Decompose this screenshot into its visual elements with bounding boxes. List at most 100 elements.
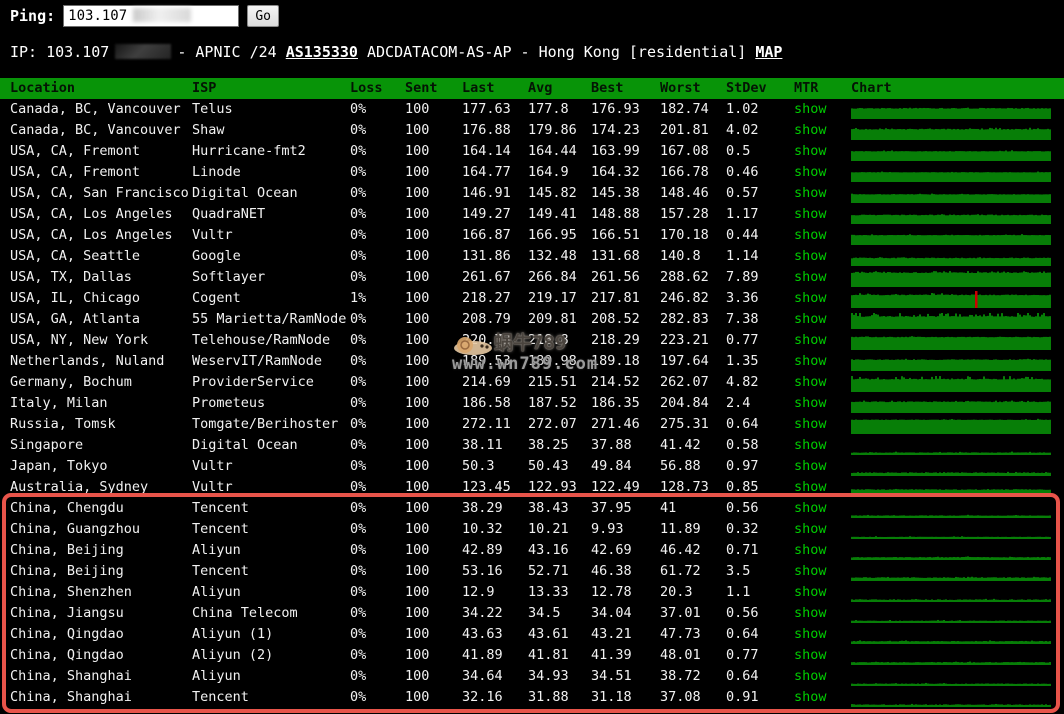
cell-location: China, Chengdu	[10, 498, 192, 519]
cell-worst: 182.74	[660, 99, 726, 120]
cell-loss: 0%	[350, 687, 405, 708]
cell-loss: 0%	[350, 519, 405, 540]
cell-sent: 100	[405, 435, 462, 456]
cell-isp: Digital Ocean	[192, 183, 350, 204]
mtr-show-link[interactable]: show	[794, 248, 827, 264]
ping-sparkline-chart	[851, 603, 1054, 624]
table-row: USA, CA, Los Angeles Vultr 0% 100 166.87…	[0, 225, 1064, 246]
table-header-row: LocationISPLossSentLastAvgBestWorstStDev…	[0, 78, 1064, 99]
mtr-show-link[interactable]: show	[794, 542, 827, 558]
table-row: Italy, Milan Prometeus 0% 100 186.58 187…	[0, 393, 1064, 414]
ip-apnic-text: - APNIC /24	[177, 43, 285, 61]
cell-last: 53.16	[462, 561, 528, 582]
cell-stdev: 4.02	[726, 120, 794, 141]
ping-sparkline-chart	[851, 540, 1054, 561]
mtr-show-link[interactable]: show	[794, 668, 827, 684]
cell-last: 32.16	[462, 687, 528, 708]
cell-avg: 187.52	[528, 393, 591, 414]
ping-sparkline-chart	[851, 246, 1054, 267]
cell-last: 149.27	[462, 204, 528, 225]
cell-worst: 246.82	[660, 288, 726, 309]
mtr-show-link[interactable]: show	[794, 395, 827, 411]
cell-sent: 100	[405, 561, 462, 582]
mtr-show-link[interactable]: show	[794, 521, 827, 537]
cell-best: 37.88	[591, 435, 660, 456]
cell-location: Russia, Tomsk	[10, 414, 192, 435]
mtr-show-link[interactable]: show	[794, 437, 827, 453]
mtr-show-link[interactable]: show	[794, 416, 827, 432]
cell-sent: 100	[405, 687, 462, 708]
mtr-show-link[interactable]: show	[794, 563, 827, 579]
cell-stdev: 0.77	[726, 645, 794, 666]
cell-loss: 0%	[350, 141, 405, 162]
cell-isp: Tencent	[192, 498, 350, 519]
mtr-show-link[interactable]: show	[794, 479, 827, 495]
cell-best: 34.51	[591, 666, 660, 687]
cell-avg: 189.98	[528, 351, 591, 372]
ip-summary-line: IP: 103.107- APNIC /24 AS135330 ADCDATAC…	[10, 43, 782, 61]
mtr-show-link[interactable]: show	[794, 647, 827, 663]
cell-sent: 100	[405, 309, 462, 330]
cell-last: 38.11	[462, 435, 528, 456]
cell-sent: 100	[405, 267, 462, 288]
cell-sent: 100	[405, 414, 462, 435]
cell-best: 49.84	[591, 456, 660, 477]
cell-last: 177.63	[462, 99, 528, 120]
cell-last: 176.88	[462, 120, 528, 141]
cell-sent: 100	[405, 183, 462, 204]
cell-loss: 0%	[350, 351, 405, 372]
go-button[interactable]: Go	[247, 5, 279, 27]
cell-last: 42.89	[462, 540, 528, 561]
mtr-show-link[interactable]: show	[794, 122, 827, 138]
cell-location: USA, CA, Los Angeles	[10, 225, 192, 246]
cell-worst: 167.08	[660, 141, 726, 162]
cell-last: 214.69	[462, 372, 528, 393]
cell-loss: 0%	[350, 498, 405, 519]
table-row: China, Qingdao Aliyun (1) 0% 100 43.63 4…	[0, 624, 1064, 645]
mtr-show-link[interactable]: show	[794, 227, 827, 243]
as-number-link[interactable]: AS135330	[286, 43, 358, 61]
cell-best: 31.18	[591, 687, 660, 708]
cell-avg: 43.16	[528, 540, 591, 561]
cell-worst: 41	[660, 498, 726, 519]
mtr-show-link[interactable]: show	[794, 332, 827, 348]
mtr-show-link[interactable]: show	[794, 500, 827, 516]
cell-avg: 218.8	[528, 330, 591, 351]
mtr-show-link[interactable]: show	[794, 605, 827, 621]
cell-avg: 41.81	[528, 645, 591, 666]
mtr-show-link[interactable]: show	[794, 311, 827, 327]
mtr-show-link[interactable]: show	[794, 353, 827, 369]
mtr-show-link[interactable]: show	[794, 374, 827, 390]
cell-best: 46.38	[591, 561, 660, 582]
cell-loss: 0%	[350, 561, 405, 582]
map-link[interactable]: MAP	[755, 43, 782, 61]
mtr-show-link[interactable]: show	[794, 206, 827, 222]
cell-worst: 223.21	[660, 330, 726, 351]
mtr-show-link[interactable]: show	[794, 626, 827, 642]
mtr-show-link[interactable]: show	[794, 689, 827, 705]
cell-avg: 164.9	[528, 162, 591, 183]
table-row: USA, CA, Seattle Google 0% 100 131.86 13…	[0, 246, 1064, 267]
cell-sent: 100	[405, 456, 462, 477]
cell-location: China, Beijing	[10, 540, 192, 561]
mtr-show-link[interactable]: show	[794, 458, 827, 474]
cell-isp: ProviderService	[192, 372, 350, 393]
mtr-show-link[interactable]: show	[794, 164, 827, 180]
cell-loss: 0%	[350, 330, 405, 351]
cell-location: USA, NY, New York	[10, 330, 192, 351]
table-row: USA, CA, Los Angeles QuadraNET 0% 100 14…	[0, 204, 1064, 225]
mtr-show-link[interactable]: show	[794, 143, 827, 159]
mtr-show-link[interactable]: show	[794, 269, 827, 285]
cell-best: 208.52	[591, 309, 660, 330]
mtr-show-link[interactable]: show	[794, 101, 827, 117]
cell-loss: 0%	[350, 162, 405, 183]
cell-best: 164.32	[591, 162, 660, 183]
mtr-show-link[interactable]: show	[794, 185, 827, 201]
cell-best: 176.93	[591, 99, 660, 120]
mtr-show-link[interactable]: show	[794, 290, 827, 306]
cell-last: 189.53	[462, 351, 528, 372]
mtr-show-link[interactable]: show	[794, 584, 827, 600]
header-cell-loss: Loss	[350, 78, 405, 99]
header-cell-isp: ISP	[192, 78, 350, 99]
cell-avg: 38.25	[528, 435, 591, 456]
